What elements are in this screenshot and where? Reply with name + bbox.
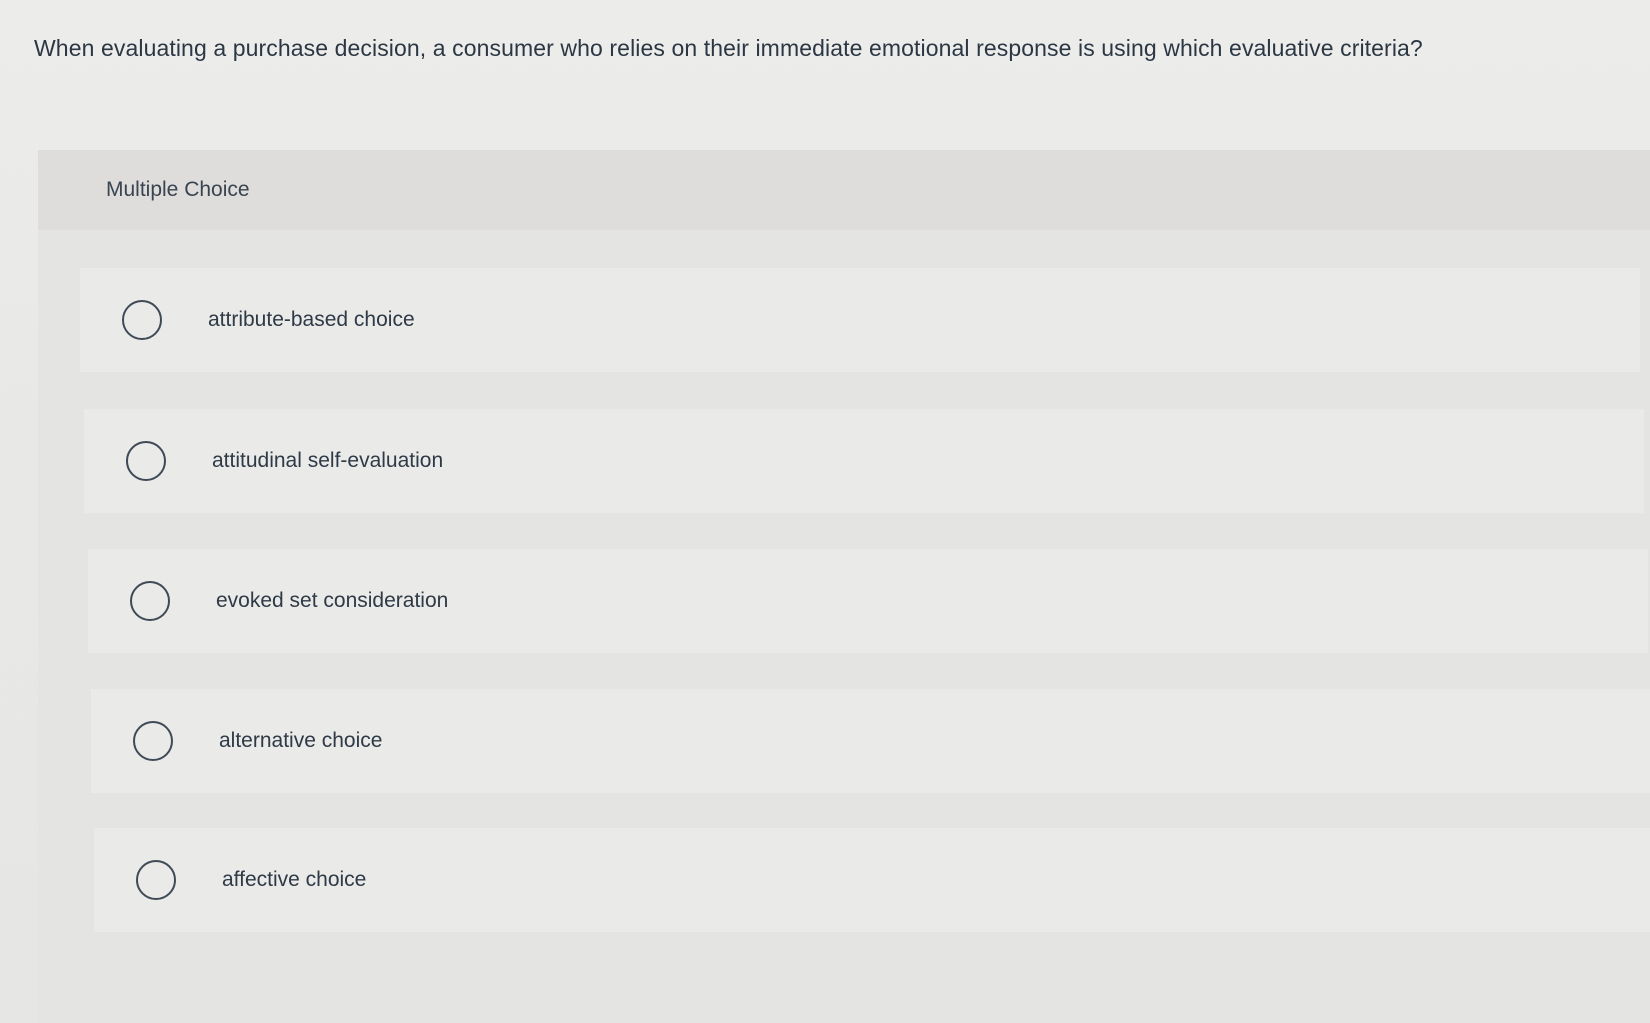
option-affective-choice[interactable]: affective choice [94,828,1650,932]
option-label: evoked set consideration [216,589,449,612]
option-label: affective choice [222,868,367,891]
radio-unchecked-icon[interactable] [122,300,162,340]
option-evoked-set-consideration[interactable]: evoked set consideration [88,549,1648,653]
option-label: attribute-based choice [208,308,415,331]
radio-unchecked-icon[interactable] [133,721,173,761]
option-attribute-based-choice[interactable]: attribute-based choice [80,268,1640,372]
question-text: When evaluating a purchase decision, a c… [34,35,1423,61]
option-attitudinal-self-evaluation[interactable]: attitudinal self-evaluation [84,409,1644,513]
option-alternative-choice[interactable]: alternative choice [91,689,1650,793]
multiple-choice-panel: Multiple Choice attribute-based choice a… [38,150,1650,1023]
radio-unchecked-icon[interactable] [130,581,170,621]
options-list: attribute-based choice attitudinal self-… [38,230,1650,1023]
radio-unchecked-icon[interactable] [126,441,166,481]
multiple-choice-label: Multiple Choice [106,178,250,201]
option-label: alternative choice [219,729,383,752]
multiple-choice-header: Multiple Choice [38,150,1650,230]
radio-unchecked-icon[interactable] [136,860,176,900]
option-label: attitudinal self-evaluation [212,449,444,472]
